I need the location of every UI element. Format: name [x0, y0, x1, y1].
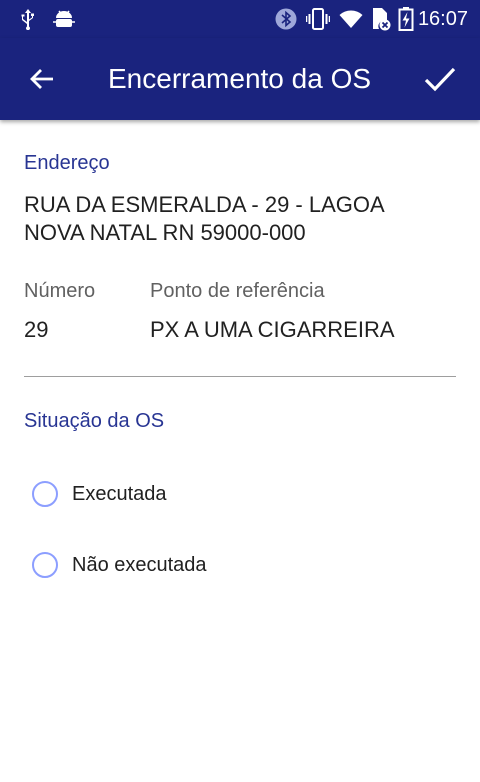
- status-time: 16:07: [417, 8, 468, 30]
- radio-executada[interactable]: Executada: [32, 476, 167, 512]
- address-line-2: NOVA NATAL RN 59000-000: [24, 220, 306, 245]
- numero-label: Número: [24, 280, 96, 302]
- bluetooth-icon: [274, 7, 298, 31]
- radio-circle-icon[interactable]: [32, 552, 58, 578]
- radio-executada-label: Executada: [72, 482, 167, 505]
- android-debug-icon: [52, 7, 76, 31]
- divider: [24, 376, 456, 377]
- referencia-label: Ponto de referência: [150, 280, 325, 302]
- battery-charging-icon: [394, 7, 418, 31]
- situacao-label: Situação da OS: [24, 410, 165, 432]
- address-line-1: RUA DA ESMERALDA - 29 - LAGOA: [24, 192, 385, 217]
- radio-nao-executada[interactable]: Não executada: [32, 547, 207, 583]
- usb-icon: [16, 7, 40, 31]
- radio-nao-executada-label: Não executada: [72, 553, 207, 576]
- radio-circle-icon[interactable]: [32, 481, 58, 507]
- app-bar: Encerramento da OS: [0, 38, 480, 120]
- referencia-value: PX A UMA CIGARREIRA: [150, 317, 395, 342]
- page-title: Encerramento da OS: [108, 63, 372, 94]
- back-button[interactable]: [18, 55, 66, 103]
- numero-value: 29: [24, 317, 49, 342]
- vibrate-icon: [306, 7, 330, 31]
- confirm-button[interactable]: [416, 55, 464, 103]
- no-sim-icon: [369, 7, 393, 31]
- arrow-back-icon: [30, 69, 53, 89]
- wifi-icon: [339, 7, 363, 31]
- address-label: Endereço: [24, 152, 110, 174]
- status-bar: 16:07: [0, 0, 480, 38]
- check-icon: [424, 67, 456, 92]
